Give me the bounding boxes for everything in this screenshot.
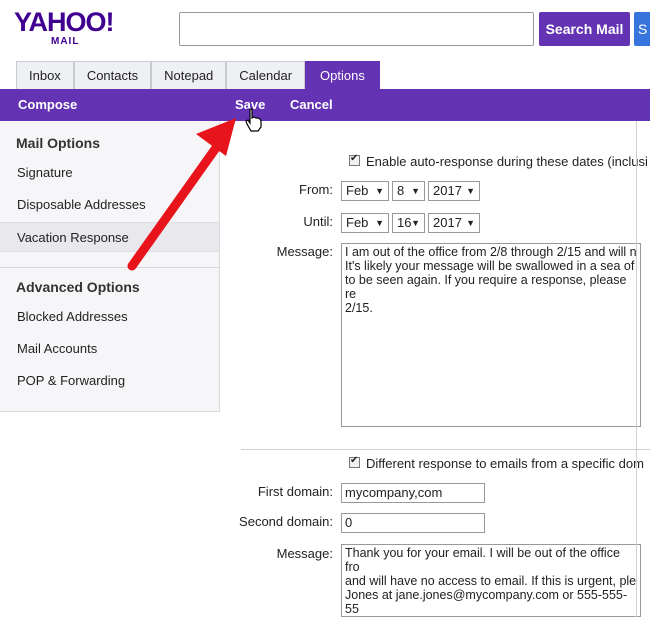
red-arrow-annotation: [127, 118, 236, 271]
arrow-shaft: [127, 140, 223, 271]
hand-pointer-cursor: [245, 108, 262, 132]
